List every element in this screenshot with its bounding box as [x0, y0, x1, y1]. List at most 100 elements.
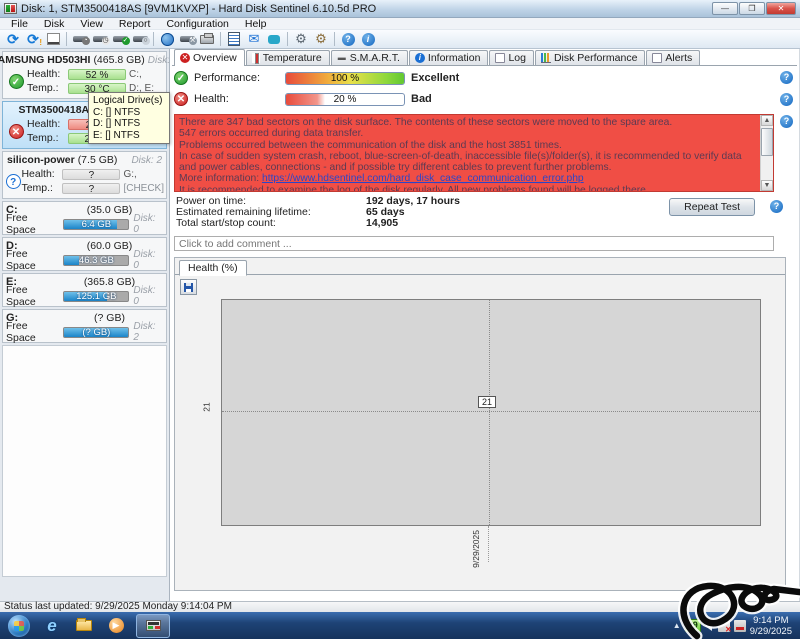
system-tray: ▲ 29 9:14 PM 9/29/2025: [673, 615, 800, 637]
printer-icon[interactable]: [197, 31, 217, 48]
tray-disk-icon[interactable]: [734, 620, 746, 632]
settings-gear-icon[interactable]: ⚙: [291, 31, 311, 48]
globe-icon[interactable]: [157, 31, 177, 48]
comment-input[interactable]: [174, 236, 774, 251]
hard-disk-sentinel-taskbar-button[interactable]: [136, 614, 170, 638]
performance-help-icon[interactable]: ?: [780, 71, 793, 84]
support-chat-icon[interactable]: [264, 31, 284, 48]
disk-search-icon[interactable]: ○: [130, 31, 150, 48]
help-icon[interactable]: ?: [338, 31, 358, 48]
free-space-value: (? GB): [64, 328, 128, 337]
taskbar-clock[interactable]: 9:14 PM 9/29/2025: [750, 615, 796, 637]
warning-help-icon[interactable]: ?: [780, 115, 793, 128]
menu-report[interactable]: Report: [112, 18, 158, 30]
windows-taskbar: e ▶ ▲ 29 9:14 PM 9/29/2025: [0, 612, 800, 639]
scroll-down-arrow[interactable]: ▼: [761, 180, 773, 191]
disk-clock-icon[interactable]: ◷: [90, 31, 110, 48]
disk-gauge-icon[interactable]: ◔: [70, 31, 90, 48]
health-badge: ?: [62, 169, 120, 180]
tray-expand-icon[interactable]: ▲: [673, 621, 681, 630]
chart-tab-health[interactable]: Health (%): [179, 260, 247, 276]
refresh-icon[interactable]: ⟳: [3, 31, 23, 48]
thermometer-icon: [252, 53, 260, 63]
health-value: 20 %: [286, 94, 404, 105]
partition-panel-c[interactable]: C: (35.0 GB) Free Space 6.4 GB Disk: 0: [2, 201, 167, 235]
advanced-gear-icon[interactable]: ⚙: [311, 31, 331, 48]
tab-label: Alerts: [665, 52, 692, 64]
tab-label: Information: [428, 52, 481, 64]
partition-disk: Disk: 0: [133, 285, 163, 307]
free-space-label: Free Space: [6, 284, 59, 308]
stat-value: 14,905: [366, 218, 398, 229]
minimize-button[interactable]: —: [712, 2, 738, 15]
disk-ok-status-icon: ✓: [9, 74, 24, 89]
start-button[interactable]: [8, 615, 30, 637]
disk-panel-silicon-power[interactable]: silicon-power (7.5 GB) Disk: 2 ? Health:…: [2, 151, 167, 199]
internet-explorer-icon[interactable]: e: [37, 614, 67, 637]
tab-overview[interactable]: ✕ Overview: [174, 49, 245, 66]
health-badge: 52 %: [68, 69, 126, 80]
action-center-icon[interactable]: [718, 620, 730, 632]
performance-rating: Excellent: [411, 72, 459, 84]
temp-label: Temp.:: [21, 182, 59, 194]
scrollbar-thumb[interactable]: [761, 128, 773, 156]
health-label: Health:: [27, 68, 65, 80]
toolbar-separator: [334, 32, 335, 46]
volume-icon[interactable]: [705, 621, 712, 631]
performance-bar: 100 %: [285, 72, 405, 85]
disk-ok-icon[interactable]: ✓: [110, 31, 130, 48]
tab-smart[interactable]: ▬ S.M.A.R.T.: [331, 50, 408, 65]
media-player-icon[interactable]: ▶: [101, 614, 131, 637]
overview-panel: ✕ Overview Temperature ▬ S.M.A.R.T. i In…: [170, 49, 800, 601]
disk-name: SAMSUNG HD503HI: [0, 54, 90, 66]
report-document-icon[interactable]: [224, 31, 244, 48]
repeat-test-button[interactable]: Repeat Test: [669, 198, 755, 216]
status-bar: Status last updated: 9/29/2025 Monday 9:…: [0, 601, 800, 612]
warning-line: More information: https://www.hdsentinel…: [179, 173, 757, 184]
menu-view[interactable]: View: [73, 18, 110, 30]
info-icon[interactable]: i: [358, 31, 378, 48]
mail-icon[interactable]: ✉: [244, 31, 264, 48]
scroll-up-arrow[interactable]: ▲: [761, 115, 773, 126]
free-space-label: Free Space: [6, 248, 59, 272]
restore-button[interactable]: ❐: [739, 2, 765, 15]
stat-label: Total start/stop count:: [176, 218, 366, 229]
disk-warning-textbox[interactable]: There are 347 bad sectors on the disk su…: [174, 114, 774, 192]
disk-name: silicon-power: [7, 154, 75, 166]
menu-help[interactable]: Help: [238, 18, 274, 30]
partition-panel-g[interactable]: G: (? GB) Free Space (? GB) Disk: 2: [2, 309, 167, 343]
crosshair-horizontal-line: [222, 411, 760, 412]
partition-panel-d[interactable]: D: (60.0 GB) Free Space 46.3 GB Disk: 0: [2, 237, 167, 271]
report-list-icon[interactable]: [43, 31, 63, 48]
toolbar-separator: [220, 32, 221, 46]
file-explorer-icon[interactable]: [69, 614, 99, 637]
menu-disk[interactable]: Disk: [37, 18, 71, 30]
tab-log[interactable]: Log: [489, 50, 534, 65]
ok-status-icon: ✓: [174, 71, 188, 85]
warning-scrollbar[interactable]: ▲ ▼: [760, 115, 773, 191]
save-chart-button[interactable]: [180, 279, 197, 295]
menu-file[interactable]: File: [4, 18, 35, 30]
partition-panel-e[interactable]: E: (365.8 GB) Free Space 125.1 GB Disk: …: [2, 273, 167, 307]
page-icon: [495, 53, 505, 63]
tab-alerts[interactable]: Alerts: [646, 50, 700, 65]
tab-information[interactable]: i Information: [409, 50, 489, 65]
chart-plot-area[interactable]: [221, 299, 761, 526]
close-button[interactable]: ✕: [766, 2, 796, 15]
disk-size: (7.5 GB): [78, 154, 118, 166]
tab-disk-performance[interactable]: Disk Performance: [535, 50, 645, 65]
health-help-icon[interactable]: ?: [780, 93, 793, 106]
disk-tools-icon[interactable]: ⚒: [177, 31, 197, 48]
tab-label: Temperature: [263, 52, 322, 64]
more-information-link[interactable]: https://www.hdsentinel.com/hard_disk_cas…: [262, 173, 584, 184]
disk-size: (465.8 GB): [93, 54, 144, 66]
toolbar-separator: [66, 32, 67, 46]
repeat-test-help-icon[interactable]: ?: [770, 200, 783, 213]
health-drives: C:,: [129, 69, 142, 80]
disk-unknown-status-icon: ?: [6, 174, 21, 189]
tray-temperature-badge[interactable]: 29: [685, 619, 701, 632]
refresh-alert-icon[interactable]: ⟳!: [23, 31, 43, 48]
tab-temperature[interactable]: Temperature: [246, 50, 330, 65]
free-space-bar: 6.4 GB: [63, 219, 129, 230]
menu-configuration[interactable]: Configuration: [159, 18, 235, 30]
